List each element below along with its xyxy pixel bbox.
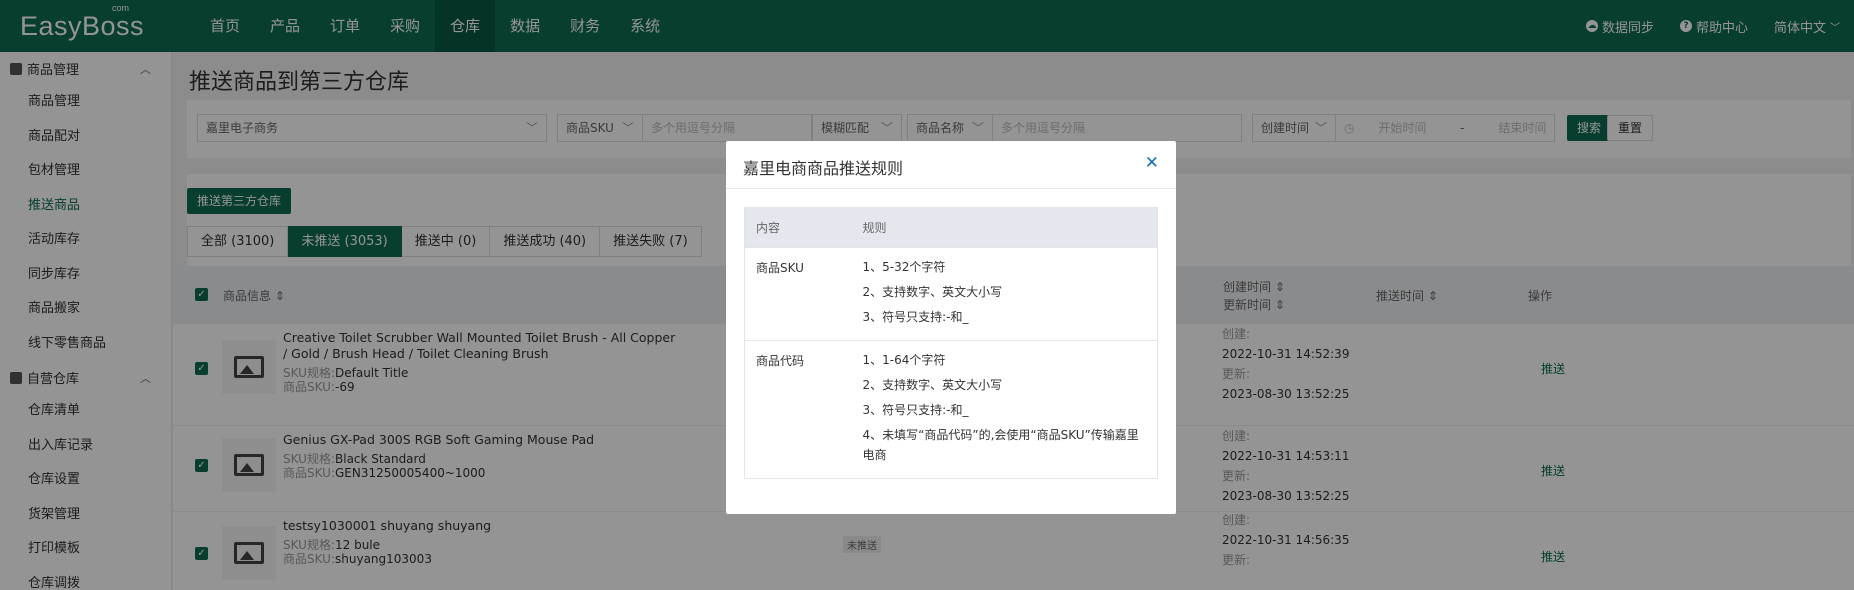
close-icon[interactable]: ✕ xyxy=(1145,153,1159,173)
rule-key: 商品代码 xyxy=(744,340,852,479)
rule-values: 1、1-64个字符 2、支持数字、英文大小写 3、符号只支持:-和_ 4、未填写… xyxy=(851,340,1158,479)
rule-values: 1、5-32个字符 2、支持数字、英文大小写 3、符号只支持:-和_ xyxy=(851,247,1158,341)
rule-key: 商品SKU xyxy=(744,247,852,341)
rules-table-header: 内容 规则 xyxy=(744,207,1158,248)
rule-line: 1、5-32个字符 xyxy=(862,260,946,274)
rule-line: 4、未填写“商品代码”的,会使用“商品SKU”传输嘉里电商 xyxy=(862,428,1139,462)
rule-line: 3、符号只支持:-和_ xyxy=(862,403,969,417)
rule-line: 2、支持数字、英文大小写 xyxy=(862,378,1003,392)
col-content: 内容 xyxy=(744,207,852,248)
push-rules-modal: 嘉里电商商品推送规则 ✕ 内容 规则 商品SKU 1、5-32个字符 2、支持数… xyxy=(726,141,1176,514)
modal-header: 嘉里电商商品推送规则 ✕ xyxy=(726,141,1176,189)
rule-line: 3、符号只支持:-和_ xyxy=(862,310,969,324)
rule-line: 2、支持数字、英文大小写 xyxy=(862,285,1003,299)
rules-table: 内容 规则 商品SKU 1、5-32个字符 2、支持数字、英文大小写 3、符号只… xyxy=(744,207,1158,479)
col-rule: 规则 xyxy=(851,207,1158,248)
rule-row: 商品SKU 1、5-32个字符 2、支持数字、英文大小写 3、符号只支持:-和_ xyxy=(744,247,1158,341)
modal-title: 嘉里电商商品推送规则 xyxy=(743,159,904,178)
rule-row: 商品代码 1、1-64个字符 2、支持数字、英文大小写 3、符号只支持:-和_ … xyxy=(744,340,1158,479)
rule-line: 1、1-64个字符 xyxy=(862,353,946,367)
